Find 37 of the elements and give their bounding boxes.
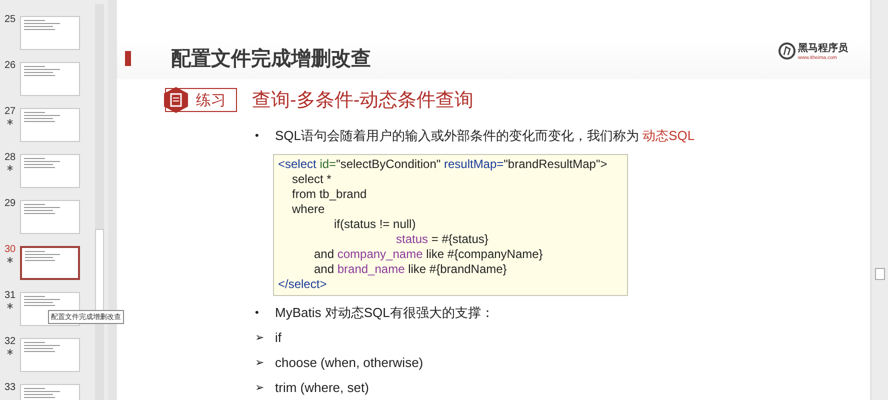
bullet-text: MyBatis 对动态SQL有很强大的支撑： <box>275 304 494 322</box>
slide-number: 25 <box>4 14 16 25</box>
slide-thumbnail[interactable] <box>20 246 80 280</box>
code-line: and company_name like #{companyName} <box>313 247 544 262</box>
code-line: <select id="selectByCondition" resultMap="brandResultMap"> <box>278 157 608 172</box>
bullet-text: SQL语句会随着用户的输入或外部条件的变化而变化，我们称为 动态SQL <box>275 126 695 144</box>
slide-number: 29 <box>4 198 16 209</box>
document-icon <box>164 87 188 113</box>
slide-number: 32 <box>4 336 16 347</box>
bullet-text: if <box>275 330 282 345</box>
slide-number: 26 <box>4 60 16 71</box>
code-line: status = #{status} <box>395 232 490 247</box>
horse-logo-icon <box>778 42 796 60</box>
title-marker <box>125 51 131 66</box>
slide-number: 31 <box>4 290 16 301</box>
code-line: and brand_name like #{brandName} <box>313 262 508 277</box>
code-line: select * <box>291 172 332 187</box>
slide-number: 27 <box>4 106 16 117</box>
code-line: </select> <box>278 277 328 292</box>
slide-number: 28 <box>4 152 16 163</box>
exercise-badge: 练习 <box>165 88 237 112</box>
bullet-text: choose (when, otherwise) <box>275 355 424 370</box>
bullet-text: trim (where, set) <box>275 380 369 395</box>
code-line: where <box>291 202 326 217</box>
slide-subtitle: 查询-多条件-动态条件查询 <box>252 89 474 113</box>
code-line: from tb_brand <box>291 187 368 202</box>
bullet-marker: ➢ <box>255 331 265 344</box>
slide-title: 配置文件完成增删改查 <box>171 46 372 72</box>
scrollbar[interactable] <box>872 0 888 400</box>
bullet-marker: ➢ <box>255 356 265 369</box>
logo-name: 黑马程序员 <box>798 41 848 54</box>
code-line: if(status != null) <box>333 217 417 232</box>
bullet-marker: ➢ <box>255 381 265 394</box>
bullet-marker: • <box>255 306 260 318</box>
slide-number: 33 <box>4 382 16 393</box>
slide-number: 30 <box>4 244 16 255</box>
bullet-marker: • <box>255 130 260 142</box>
